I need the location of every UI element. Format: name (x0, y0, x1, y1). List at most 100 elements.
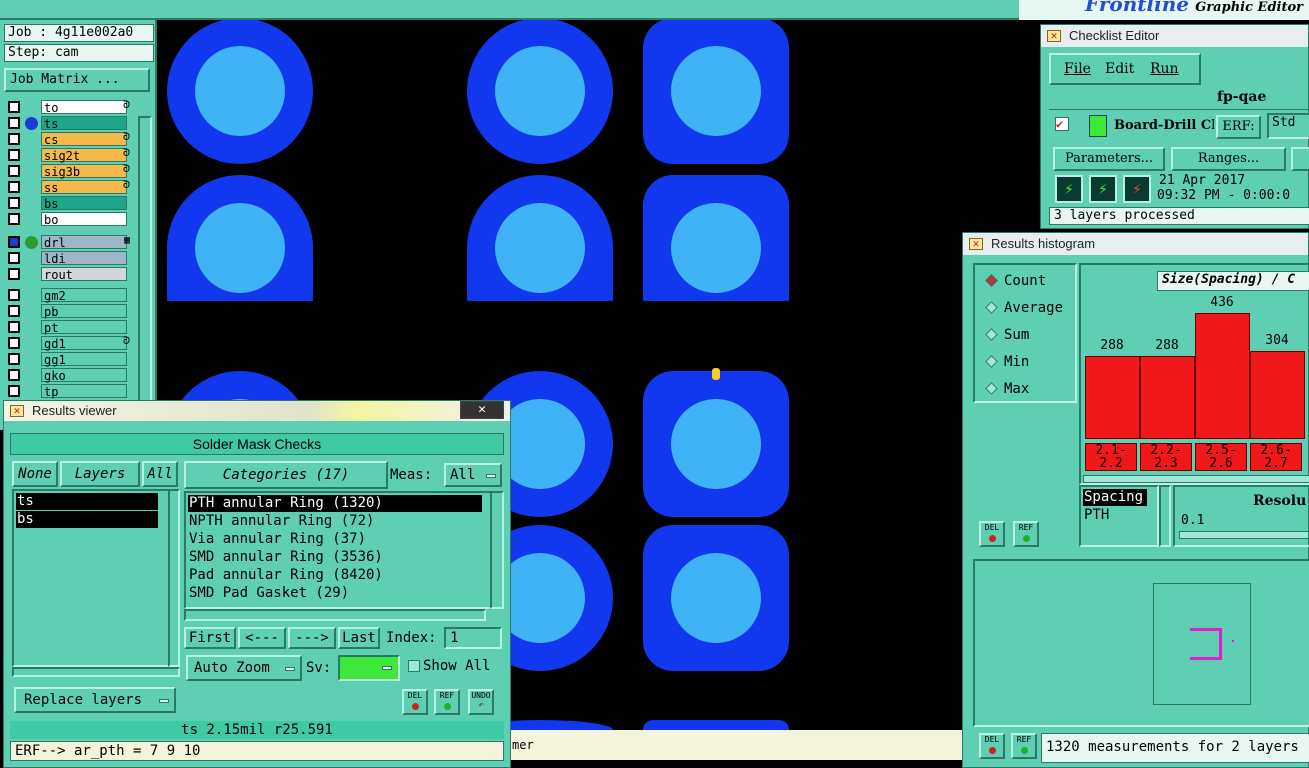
measure-list[interactable]: Spacing PTH (1079, 485, 1159, 547)
measure-item[interactable]: PTH (1083, 507, 1109, 524)
layer-row-drl[interactable]: drl ▦ (8, 235, 132, 250)
layers-button[interactable]: Layers (60, 461, 140, 487)
menu-run[interactable]: Run (1150, 61, 1179, 77)
parameters-button[interactable]: Parameters... (1053, 147, 1165, 171)
mode-min-radio[interactable]: Min (985, 354, 1029, 370)
layer-row-ldi[interactable]: ldi (8, 251, 132, 266)
stop-icon[interactable]: ⚡ (1123, 175, 1151, 203)
layer-name[interactable]: drl (41, 235, 127, 250)
chart-scrollbar[interactable] (1083, 475, 1309, 483)
list-item[interactable]: SMD annular Ring (3536) (188, 549, 383, 566)
layer-name[interactable]: cs (41, 132, 127, 147)
layer-list-scrollbar[interactable] (138, 116, 152, 426)
undo-button[interactable]: UNDO ↶ (468, 689, 494, 715)
list-item[interactable]: ts (16, 493, 158, 510)
layer-checkbox[interactable] (8, 149, 20, 161)
menu-file[interactable]: File (1064, 61, 1091, 77)
layer-row-bs[interactable]: bs (8, 196, 132, 211)
measure-scrollbar[interactable] (1159, 485, 1171, 547)
categories-button[interactable]: Categories (17) (184, 461, 388, 489)
layer-checkbox[interactable] (8, 197, 20, 209)
layer-checkbox[interactable] (8, 385, 20, 397)
more-button[interactable] (1291, 147, 1309, 171)
layer-row-gm2[interactable]: gm2 (8, 288, 132, 303)
layer-checkbox[interactable] (8, 181, 20, 193)
layer-row-gg1[interactable]: gg1 (8, 352, 132, 367)
layer-checkbox[interactable] (8, 321, 20, 333)
list-item[interactable]: PTH annular Ring (1320) (188, 495, 482, 512)
erf-button[interactable]: ERF: (1216, 115, 1261, 139)
layer-row-bo[interactable]: bo (8, 212, 132, 227)
layer-row-ts[interactable]: ts (8, 116, 132, 131)
layer-row-tp[interactable]: tp (8, 384, 132, 399)
histogram-bar[interactable] (1085, 355, 1140, 439)
list-item[interactable]: bs (16, 511, 158, 528)
mode-sum-radio[interactable]: Sum (985, 327, 1029, 343)
layer-name[interactable]: to (41, 100, 127, 115)
del-button[interactable]: DEL (402, 689, 428, 715)
layer-name[interactable]: rout (41, 267, 127, 282)
category-scrollbar[interactable] (490, 491, 504, 609)
layer-checkbox[interactable] (8, 369, 20, 381)
bar-range-label[interactable]: 2.5- 2.6 (1195, 443, 1247, 471)
histogram-bar[interactable] (1140, 355, 1195, 439)
del-button[interactable]: DEL (979, 521, 1005, 547)
list-item[interactable]: NPTH annular Ring (72) (188, 513, 374, 530)
layer-name[interactable]: ts (41, 116, 127, 131)
mode-count-radio[interactable]: Count (985, 273, 1046, 289)
layer-name[interactable]: bo (41, 212, 127, 227)
action-checkbox[interactable]: ✔ (1055, 117, 1069, 131)
run-selected-icon[interactable]: ⚡ (1089, 175, 1117, 203)
measure-item[interactable]: Spacing (1083, 489, 1147, 506)
layer-name[interactable]: pb (41, 304, 127, 319)
first-button[interactable]: First (184, 627, 236, 649)
category-hscroll[interactable] (184, 609, 486, 621)
layer-row-ss[interactable]: ss ᘑ (8, 180, 132, 195)
layer-checkbox[interactable] (8, 252, 20, 264)
layer-name[interactable]: gg1 (41, 352, 127, 367)
layer-name[interactable]: gko (41, 368, 127, 383)
layer-name[interactable]: tp (41, 384, 127, 399)
layer-checkbox[interactable] (8, 165, 20, 177)
auto-zoom-dropdown[interactable]: Auto Zoom (186, 655, 302, 681)
show-all-checkbox[interactable] (408, 660, 420, 672)
layer-row-gd1[interactable]: gd1 ᘑ (8, 336, 132, 351)
bar-range-label[interactable]: 2.2- 2.3 (1140, 443, 1192, 471)
layer-checkbox[interactable] (8, 337, 20, 349)
ref-button[interactable]: REF (434, 689, 460, 715)
layer-name[interactable]: ldi (41, 251, 127, 266)
mode-max-radio[interactable]: Max (985, 381, 1029, 397)
layer-name[interactable]: pt (41, 320, 127, 335)
histogram-bar[interactable] (1250, 351, 1305, 439)
layer-row-gko[interactable]: gko (8, 368, 132, 383)
histogram-title-bar[interactable]: ✕ Results histogram (963, 233, 1308, 255)
next-button[interactable]: ---> (288, 627, 336, 649)
layer-row-sig2t[interactable]: sig2t ᘑ (8, 148, 132, 163)
layer-name[interactable]: gd1 (41, 336, 127, 351)
menu-edit[interactable]: Edit (1105, 61, 1134, 77)
layer-row-pt[interactable]: pt (8, 320, 132, 335)
sv-color-dropdown[interactable] (338, 655, 400, 681)
layer-row-sig3b[interactable]: sig3b ᘑ (8, 164, 132, 179)
del-button[interactable]: DEL (979, 733, 1005, 759)
layer-name[interactable]: sig2t (41, 148, 127, 163)
layer-name[interactable]: bs (41, 196, 127, 211)
checklist-title-bar[interactable]: ✕ Checklist Editor (1041, 25, 1308, 47)
histogram-bar[interactable] (1195, 313, 1250, 439)
prev-button[interactable]: <--- (238, 627, 286, 649)
viewer-title-bar[interactable]: ✕ Results viewer (4, 401, 510, 421)
last-button[interactable]: Last (338, 627, 380, 649)
layer-checkbox[interactable] (8, 289, 20, 301)
ref-button[interactable]: REF (1011, 733, 1037, 759)
erf-field[interactable]: Std (1267, 113, 1309, 139)
layer-name[interactable]: ss (41, 180, 127, 195)
layer-results-hscroll[interactable] (12, 667, 180, 677)
layer-checkbox[interactable] (8, 117, 20, 129)
index-input[interactable]: 1 (444, 627, 502, 649)
layer-row-rout[interactable]: rout (8, 267, 132, 282)
category-list[interactable]: PTH annular Ring (1320) NPTH annular Rin… (184, 491, 492, 609)
layer-checkbox[interactable] (8, 236, 20, 248)
layer-results-scrollbar[interactable] (168, 489, 180, 667)
run-icon[interactable]: ⚡ (1055, 175, 1083, 203)
layer-checkbox[interactable] (8, 213, 20, 225)
